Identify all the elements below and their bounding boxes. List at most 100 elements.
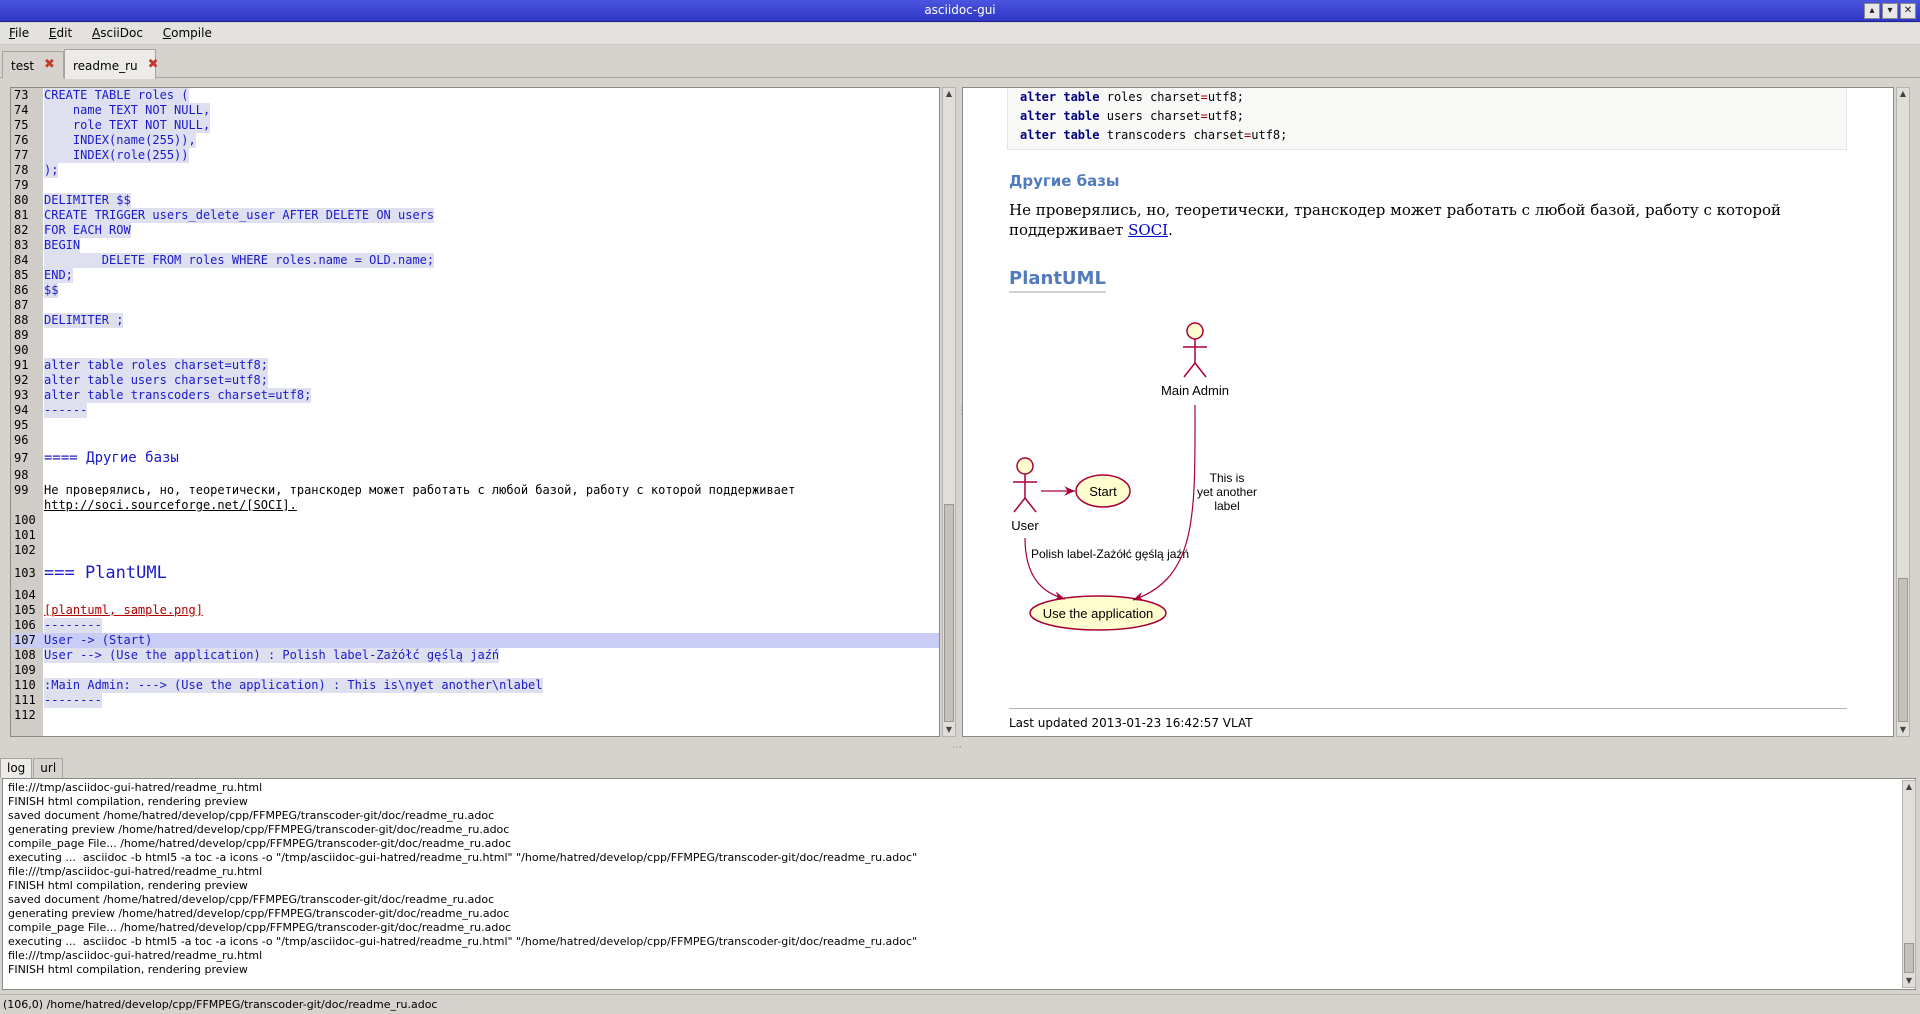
- window-controls: ▴ ▾ ✕: [1864, 3, 1916, 19]
- editor-line[interactable]: 112: [11, 708, 939, 723]
- editor-line[interactable]: 107 User -> (Start): [11, 633, 939, 648]
- editor-line[interactable]: 83 BEGIN: [11, 238, 939, 253]
- editor-line[interactable]: 111 --------: [11, 693, 939, 708]
- line-text: END;: [44, 268, 73, 283]
- tab-url[interactable]: url: [33, 758, 64, 778]
- log-line: generating preview /home/hatred/develop/…: [8, 823, 510, 836]
- log-output[interactable]: file:///tmp/asciidoc-gui-hatred/readme_r…: [2, 778, 1916, 990]
- menu-file[interactable]: File: [0, 23, 36, 40]
- shade-down-button[interactable]: ▾: [1882, 3, 1898, 19]
- editor-line[interactable]: 91 alter table roles charset=utf8;: [11, 358, 939, 373]
- editor-line[interactable]: 77 INDEX(role(255)): [11, 148, 939, 163]
- editor-line[interactable]: 103 === PlantUML: [11, 558, 939, 588]
- line-text: --------: [44, 693, 102, 708]
- tab-readme-ru[interactable]: readme_ru ✖: [64, 49, 159, 79]
- tab-log[interactable]: log: [0, 758, 33, 778]
- preview-scroll-thumb[interactable]: [1898, 578, 1908, 722]
- close-tab-icon[interactable]: ✖: [148, 58, 159, 79]
- editor-line[interactable]: 104: [11, 588, 939, 603]
- editor-line[interactable]: 101: [11, 528, 939, 543]
- editor-line[interactable]: 95: [11, 418, 939, 433]
- line-number: 89: [14, 328, 29, 342]
- editor-line[interactable]: 106 --------: [11, 618, 939, 633]
- editor-text-area[interactable]: 73 CREATE TABLE roles (74 name TEXT NOT N…: [11, 88, 939, 723]
- editor-line[interactable]: 86 $$: [11, 283, 939, 298]
- line-text: :Main Admin: ---> (Use the application) …: [44, 678, 543, 693]
- editor-line[interactable]: 96: [11, 433, 939, 448]
- editor-line[interactable]: 76 INDEX(name(255)),: [11, 133, 939, 148]
- preview-code-block: alter table roles charset=utf8; alter ta…: [1007, 88, 1847, 150]
- scroll-down-icon[interactable]: ▼: [1903, 975, 1915, 987]
- title-bar[interactable]: asciidoc-gui ▴ ▾ ✕: [0, 0, 1920, 22]
- editor-line[interactable]: 82 FOR EACH ROW: [11, 223, 939, 238]
- line-text: --------: [44, 618, 102, 633]
- line-number: 105: [14, 603, 36, 617]
- editor-line[interactable]: 84 DELETE FROM roles WHERE roles.name = …: [11, 253, 939, 268]
- editor-line[interactable]: 110:Main Admin: ---> (Use the applicatio…: [11, 678, 939, 693]
- scroll-up-icon[interactable]: ▲: [943, 88, 955, 100]
- editor-line[interactable]: 93 alter table transcoders charset=utf8;: [11, 388, 939, 403]
- log-scroll-thumb[interactable]: [1904, 943, 1914, 973]
- tab-test[interactable]: test ✖: [2, 51, 64, 78]
- editor-line[interactable]: 98: [11, 468, 939, 483]
- line-number: 74: [14, 103, 29, 117]
- editor-line[interactable]: http://soci.sourceforge.net/[SOCI].: [11, 498, 939, 513]
- edge-admin-label-2: yet another: [1197, 485, 1257, 499]
- scroll-up-icon[interactable]: ▲: [1897, 88, 1909, 100]
- code-line: alter table transcoders charset=utf8;: [1020, 128, 1288, 142]
- preview-scrollbar[interactable]: ▲ ▼: [1896, 87, 1910, 737]
- actor-main-admin-label: Main Admin: [1161, 383, 1229, 398]
- editor-line[interactable]: 81 CREATE TRIGGER users_delete_user AFTER…: [11, 208, 939, 223]
- editor-scroll-thumb[interactable]: [944, 504, 954, 722]
- editor-line[interactable]: 92 alter table users charset=utf8;: [11, 373, 939, 388]
- line-text: INDEX(name(255)),: [44, 133, 196, 148]
- line-number: 107: [14, 633, 36, 647]
- html-preview[interactable]: alter table roles charset=utf8; alter ta…: [962, 87, 1894, 737]
- line-number: 101: [14, 528, 36, 542]
- line-number: 112: [14, 708, 36, 722]
- line-text: role TEXT NOT NULL,: [44, 118, 211, 133]
- shade-up-button[interactable]: ▴: [1864, 3, 1880, 19]
- log-line: executing ... asciidoc -b html5 -a toc -…: [8, 935, 918, 948]
- menu-compile[interactable]: Compile: [154, 23, 219, 40]
- editor-line[interactable]: 94 ------: [11, 403, 939, 418]
- editor-line[interactable]: 74 name TEXT NOT NULL,: [11, 103, 939, 118]
- line-text: alter table users charset=utf8;: [44, 373, 268, 388]
- editor-line[interactable]: 102: [11, 543, 939, 558]
- soci-link[interactable]: SOCI: [1128, 221, 1168, 239]
- menu-asciidoc[interactable]: AsciiDoc: [83, 23, 150, 40]
- line-number: 78: [14, 163, 29, 177]
- editor-line[interactable]: 100: [11, 513, 939, 528]
- editor-line[interactable]: 75 role TEXT NOT NULL,: [11, 118, 939, 133]
- line-text: [plantuml, sample.png]: [44, 603, 203, 617]
- document-tab-bar: test ✖ readme_ru ✖: [0, 46, 1920, 79]
- editor-line[interactable]: 97 ==== Другие базы: [11, 448, 939, 468]
- line-number: 111: [14, 693, 36, 707]
- editor-line[interactable]: 99 Не проверялись, но, теоретически, тран…: [11, 483, 939, 498]
- editor-line[interactable]: 88 DELIMITER ;: [11, 313, 939, 328]
- close-window-button[interactable]: ✕: [1900, 3, 1916, 19]
- line-text: DELETE FROM roles WHERE roles.name = OLD…: [44, 253, 435, 268]
- horizontal-splitter-handle[interactable]: ⋯: [952, 742, 962, 753]
- editor-line[interactable]: 87: [11, 298, 939, 313]
- editor-line[interactable]: 90: [11, 343, 939, 358]
- footer-divider: [1009, 708, 1847, 709]
- editor-line[interactable]: 80 DELIMITER $$: [11, 193, 939, 208]
- log-scrollbar[interactable]: ▲ ▼: [1902, 780, 1916, 988]
- scroll-up-icon[interactable]: ▲: [1903, 781, 1915, 793]
- scroll-down-icon[interactable]: ▼: [943, 724, 955, 736]
- scroll-down-icon[interactable]: ▼: [1897, 724, 1909, 736]
- editor-line[interactable]: 105 [plantuml, sample.png]: [11, 603, 939, 618]
- editor-scrollbar[interactable]: ▲ ▼: [942, 87, 956, 737]
- editor-line[interactable]: 89: [11, 328, 939, 343]
- editor-line[interactable]: 85 END;: [11, 268, 939, 283]
- source-editor[interactable]: 73 CREATE TABLE roles (74 name TEXT NOT N…: [10, 87, 940, 737]
- menu-edit[interactable]: Edit: [40, 23, 79, 40]
- editor-line[interactable]: 108 User --> (Use the application) : Poli…: [11, 648, 939, 663]
- editor-line[interactable]: 78);: [11, 163, 939, 178]
- editor-line[interactable]: 73 CREATE TABLE roles (: [11, 88, 939, 103]
- editor-line[interactable]: 109: [11, 663, 939, 678]
- log-line: generating preview /home/hatred/develop/…: [8, 907, 510, 920]
- close-tab-icon[interactable]: ✖: [44, 58, 55, 78]
- editor-line[interactable]: 79: [11, 178, 939, 193]
